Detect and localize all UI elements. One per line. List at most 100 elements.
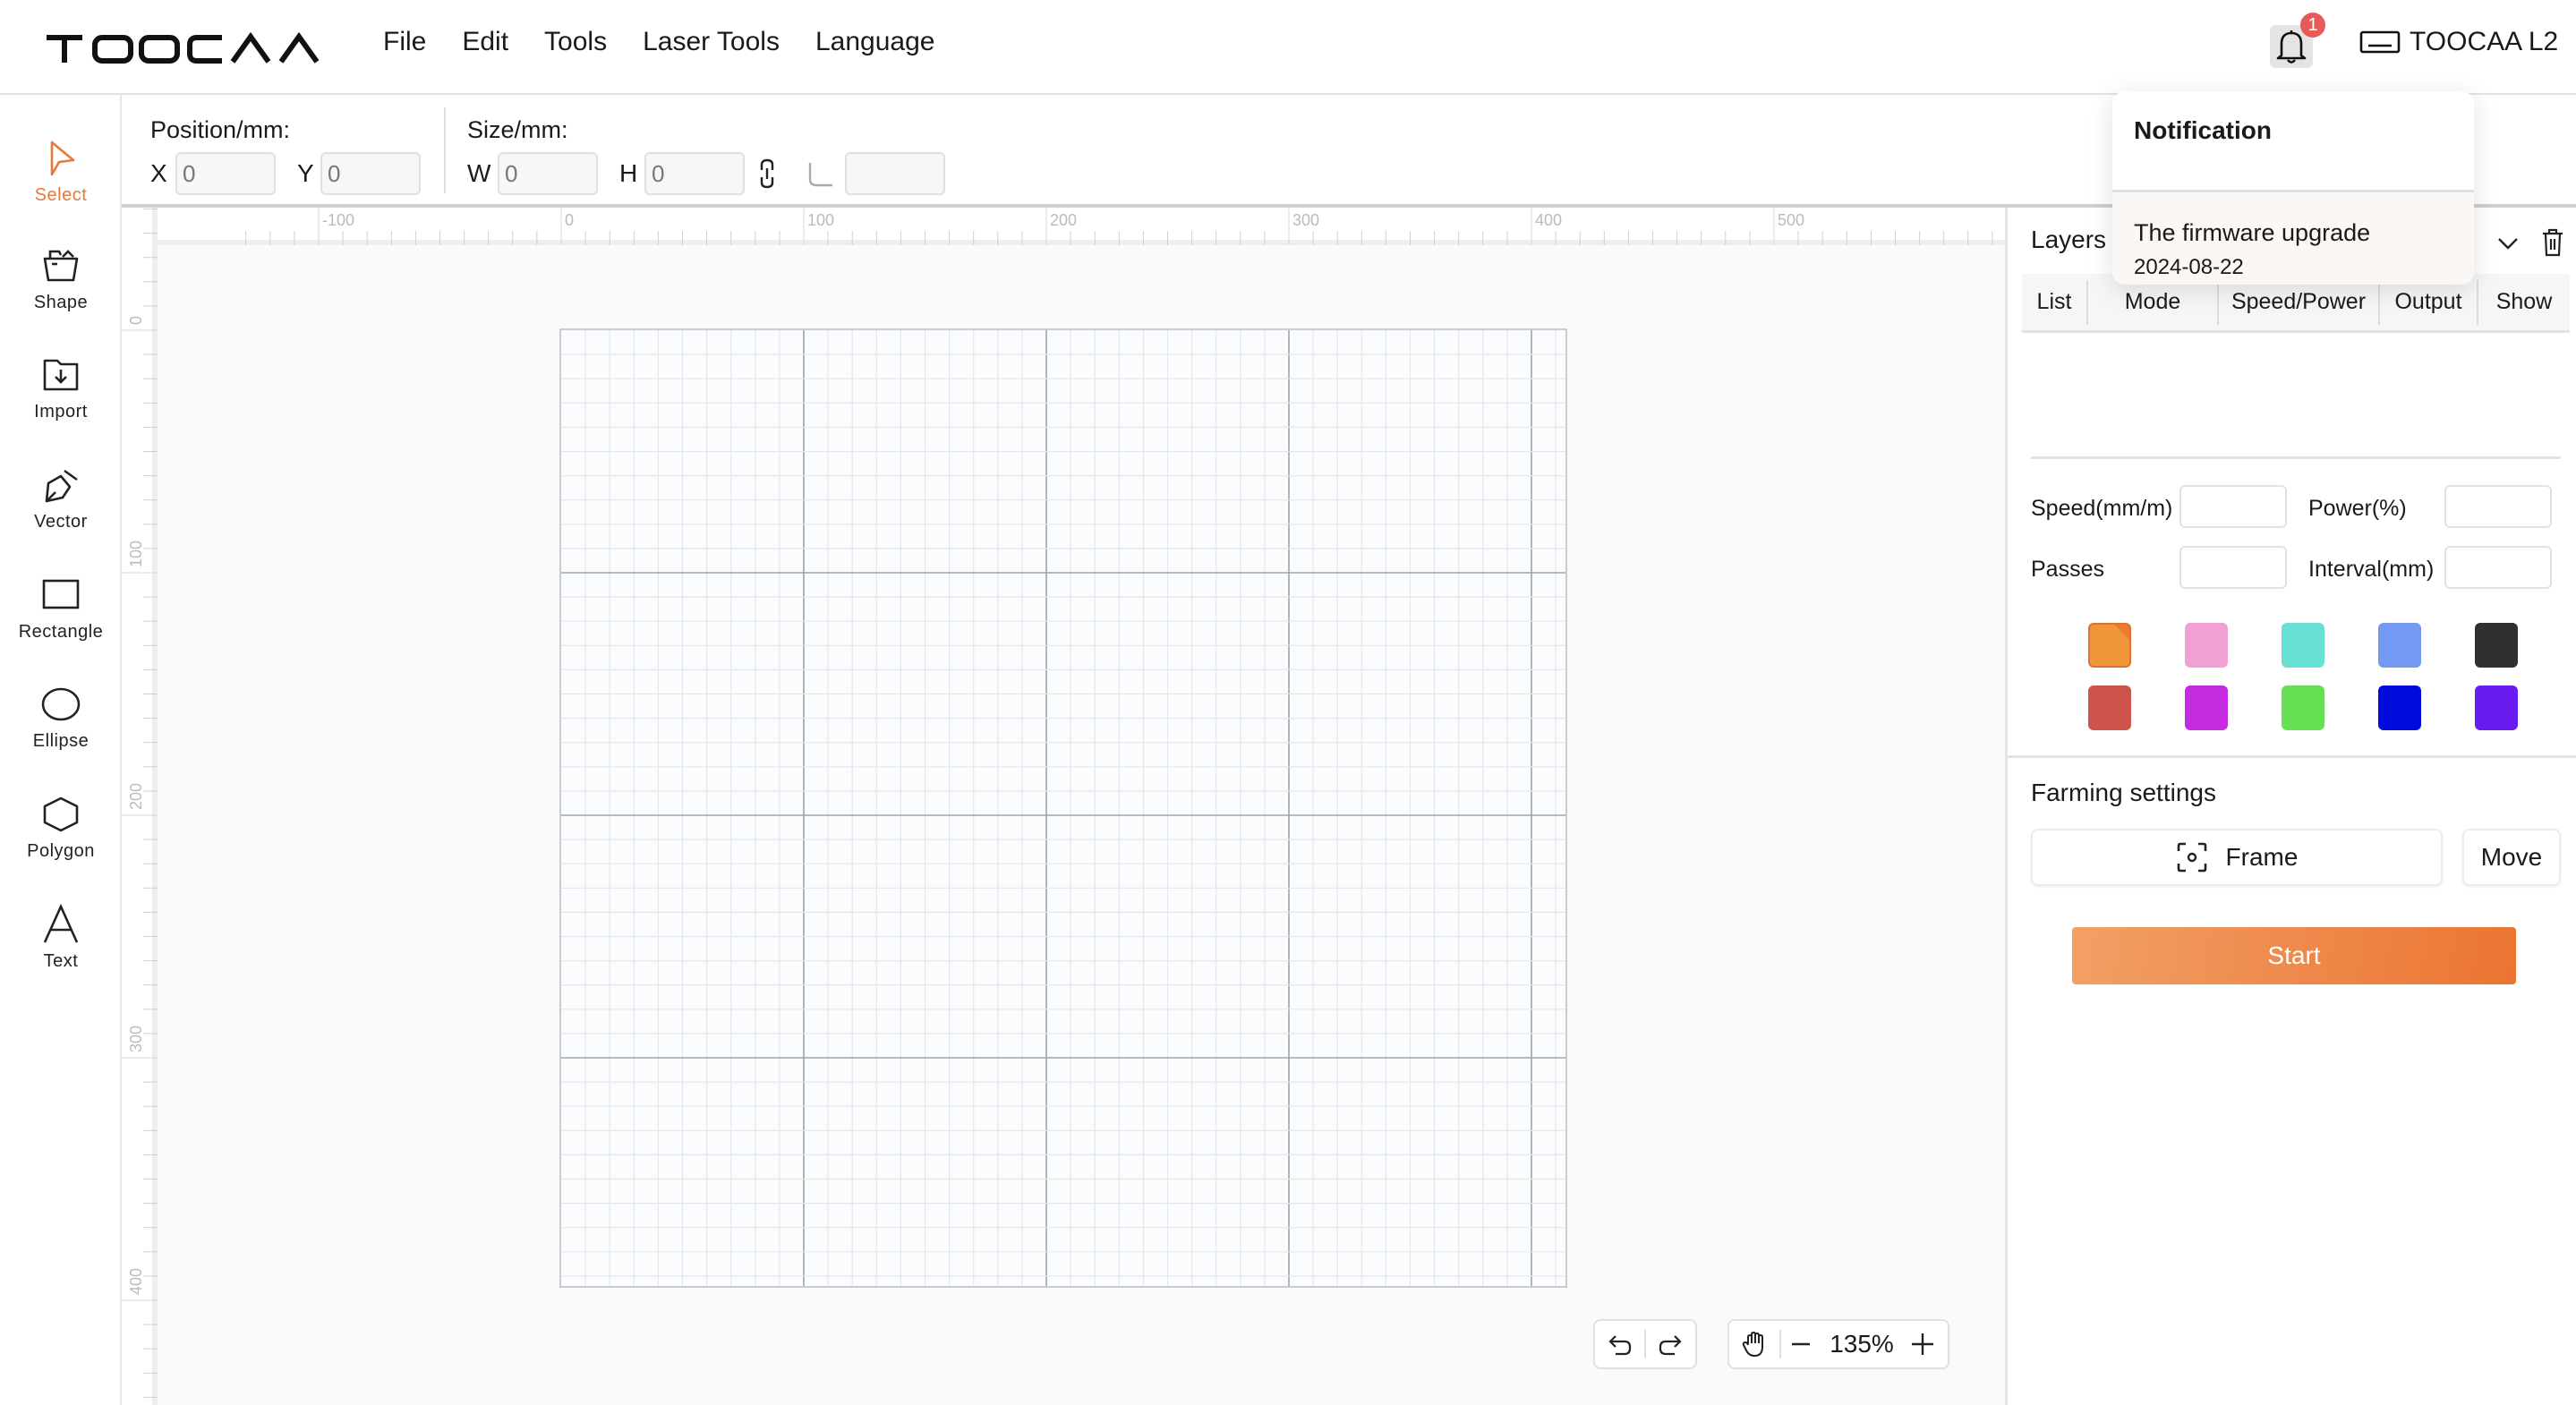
plus-icon: [1912, 1333, 1933, 1355]
frame-button[interactable]: Frame: [2031, 829, 2443, 886]
trash-icon[interactable]: [2541, 227, 2564, 258]
ellipse-icon: [41, 687, 81, 720]
notification-message: The firmware upgrade: [2134, 219, 2371, 246]
layer-color-swatch[interactable]: [2282, 685, 2324, 730]
bell-icon: [2276, 30, 2307, 64]
history-controls: [1593, 1319, 1697, 1369]
menubar: File Edit Tools Laser Tools Language 1 T…: [0, 0, 2576, 95]
height-input[interactable]: [644, 152, 745, 195]
move-button[interactable]: Move: [2462, 829, 2561, 886]
notification-badge: 1: [2300, 13, 2325, 38]
menu-file[interactable]: File: [383, 27, 426, 57]
framing-settings-title: Farming settings: [2031, 779, 2216, 806]
tool-rectangle[interactable]: Rectangle: [0, 558, 122, 657]
rectangle-icon: [42, 579, 80, 609]
y-label: Y: [297, 159, 314, 187]
layer-color-swatch[interactable]: [2282, 623, 2324, 668]
zoom-in-button[interactable]: [1903, 1333, 1942, 1356]
interval-label: Interval(mm): [2308, 557, 2435, 582]
move-label: Move: [2480, 843, 2543, 871]
ruler-label: 0: [127, 316, 145, 325]
tool-sidebar: Select Shape Import Vector Rectangle Ell…: [0, 95, 122, 1405]
x-label: X: [150, 159, 167, 187]
layers-panel: Layers List Mode Speed/Power Output Show…: [2005, 208, 2576, 1405]
passes-label: Passes: [2031, 557, 2104, 582]
tool-vector[interactable]: Vector: [0, 448, 122, 547]
power-input[interactable]: [2444, 485, 2552, 528]
zoom-out-button[interactable]: [1781, 1333, 1821, 1355]
corner-radius-input[interactable]: [845, 152, 945, 195]
pan-hand-button[interactable]: [1729, 1330, 1779, 1358]
redo-button[interactable]: [1646, 1331, 1695, 1358]
lock-ratio-link-icon[interactable]: [757, 158, 777, 190]
frame-target-icon: [2177, 842, 2206, 873]
divider: [2031, 456, 2561, 459]
speed-input[interactable]: [2179, 485, 2287, 528]
layer-color-swatch[interactable]: [2475, 685, 2518, 730]
divider: [2008, 755, 2576, 758]
passes-input[interactable]: [2179, 546, 2287, 589]
ruler-label: 200: [127, 783, 145, 810]
main-menu: File Edit Tools Laser Tools Language: [383, 27, 934, 57]
position-label: Position/mm:: [150, 116, 291, 143]
corner-radius-icon: [808, 163, 832, 187]
ruler-label: 400: [127, 1268, 145, 1295]
menu-language[interactable]: Language: [815, 27, 934, 57]
tool-shape[interactable]: Shape: [0, 229, 122, 328]
layer-color-swatch[interactable]: [2378, 685, 2421, 730]
layer-color-swatch[interactable]: [2185, 685, 2228, 730]
import-folder-icon: [43, 359, 79, 390]
shape-box-icon: [43, 249, 79, 281]
text-icon: [43, 903, 79, 943]
zoom-level: 135%: [1830, 1330, 1894, 1358]
work-area[interactable]: [559, 328, 1567, 1288]
tool-polygon[interactable]: Polygon: [0, 778, 122, 876]
y-position-input[interactable]: [320, 152, 421, 195]
menu-edit[interactable]: Edit: [462, 27, 508, 57]
ruler-top: -100 0 100 200 300 400 500: [158, 208, 2005, 245]
pen-icon: [45, 469, 78, 502]
redo-icon: [1659, 1335, 1683, 1356]
column-mode: Mode: [2088, 279, 2219, 325]
ruler-top-ticks: -100 0 100 200 300 400 500: [245, 208, 1993, 245]
divider: [444, 107, 446, 193]
layer-color-swatch[interactable]: [2378, 623, 2421, 668]
notification-item[interactable]: The firmware upgrade 2024-08-22: [2112, 192, 2474, 285]
ruler-label: 500: [1778, 211, 1804, 229]
tool-import[interactable]: Import: [0, 338, 122, 437]
layer-color-swatch[interactable]: [2088, 685, 2131, 730]
start-button[interactable]: Start: [2072, 927, 2516, 984]
speed-label: Speed(mm/m): [2031, 496, 2173, 521]
width-input[interactable]: [498, 152, 598, 195]
notification-date: 2024-08-22: [2134, 255, 2244, 279]
tool-text[interactable]: Text: [0, 888, 122, 986]
design-canvas[interactable]: -100 0 100 200 300 400 500 0 100 200 300 400 135%: [122, 208, 2005, 1405]
tool-ellipse[interactable]: Ellipse: [0, 668, 122, 766]
notification-title: Notification: [2134, 116, 2272, 144]
layer-color-swatch-selected[interactable]: [2088, 623, 2131, 668]
ruler-label: 300: [127, 1026, 145, 1052]
toocaa-logo: [47, 32, 320, 64]
zoom-controls: 135%: [1727, 1319, 1949, 1369]
ruler-label: 100: [807, 211, 834, 229]
column-list: List: [2022, 279, 2088, 325]
layer-color-swatch[interactable]: [2185, 623, 2228, 668]
interval-input[interactable]: [2444, 546, 2552, 589]
chevron-down-icon[interactable]: [2496, 234, 2520, 252]
minus-icon: [1792, 1342, 1810, 1346]
device-name: TOOCAA L2: [2410, 27, 2559, 56]
tool-select[interactable]: Select: [0, 122, 122, 220]
x-position-input[interactable]: [175, 152, 276, 195]
device-selector[interactable]: TOOCAA L2: [2359, 27, 2558, 57]
layer-color-swatch[interactable]: [2475, 623, 2518, 668]
cursor-icon: [50, 140, 75, 175]
hand-icon: [1742, 1331, 1763, 1358]
column-output: Output: [2380, 279, 2478, 325]
menu-tools[interactable]: Tools: [544, 27, 607, 57]
ruler-left-ticks: 0 100 200 300 400: [122, 209, 158, 1398]
undo-button[interactable]: [1595, 1331, 1644, 1358]
laser-device-icon: [2359, 30, 2401, 54]
menu-laser-tools[interactable]: Laser Tools: [643, 27, 780, 57]
column-speed-power: Speed/Power: [2219, 279, 2380, 325]
frame-label: Frame: [2225, 843, 2299, 871]
